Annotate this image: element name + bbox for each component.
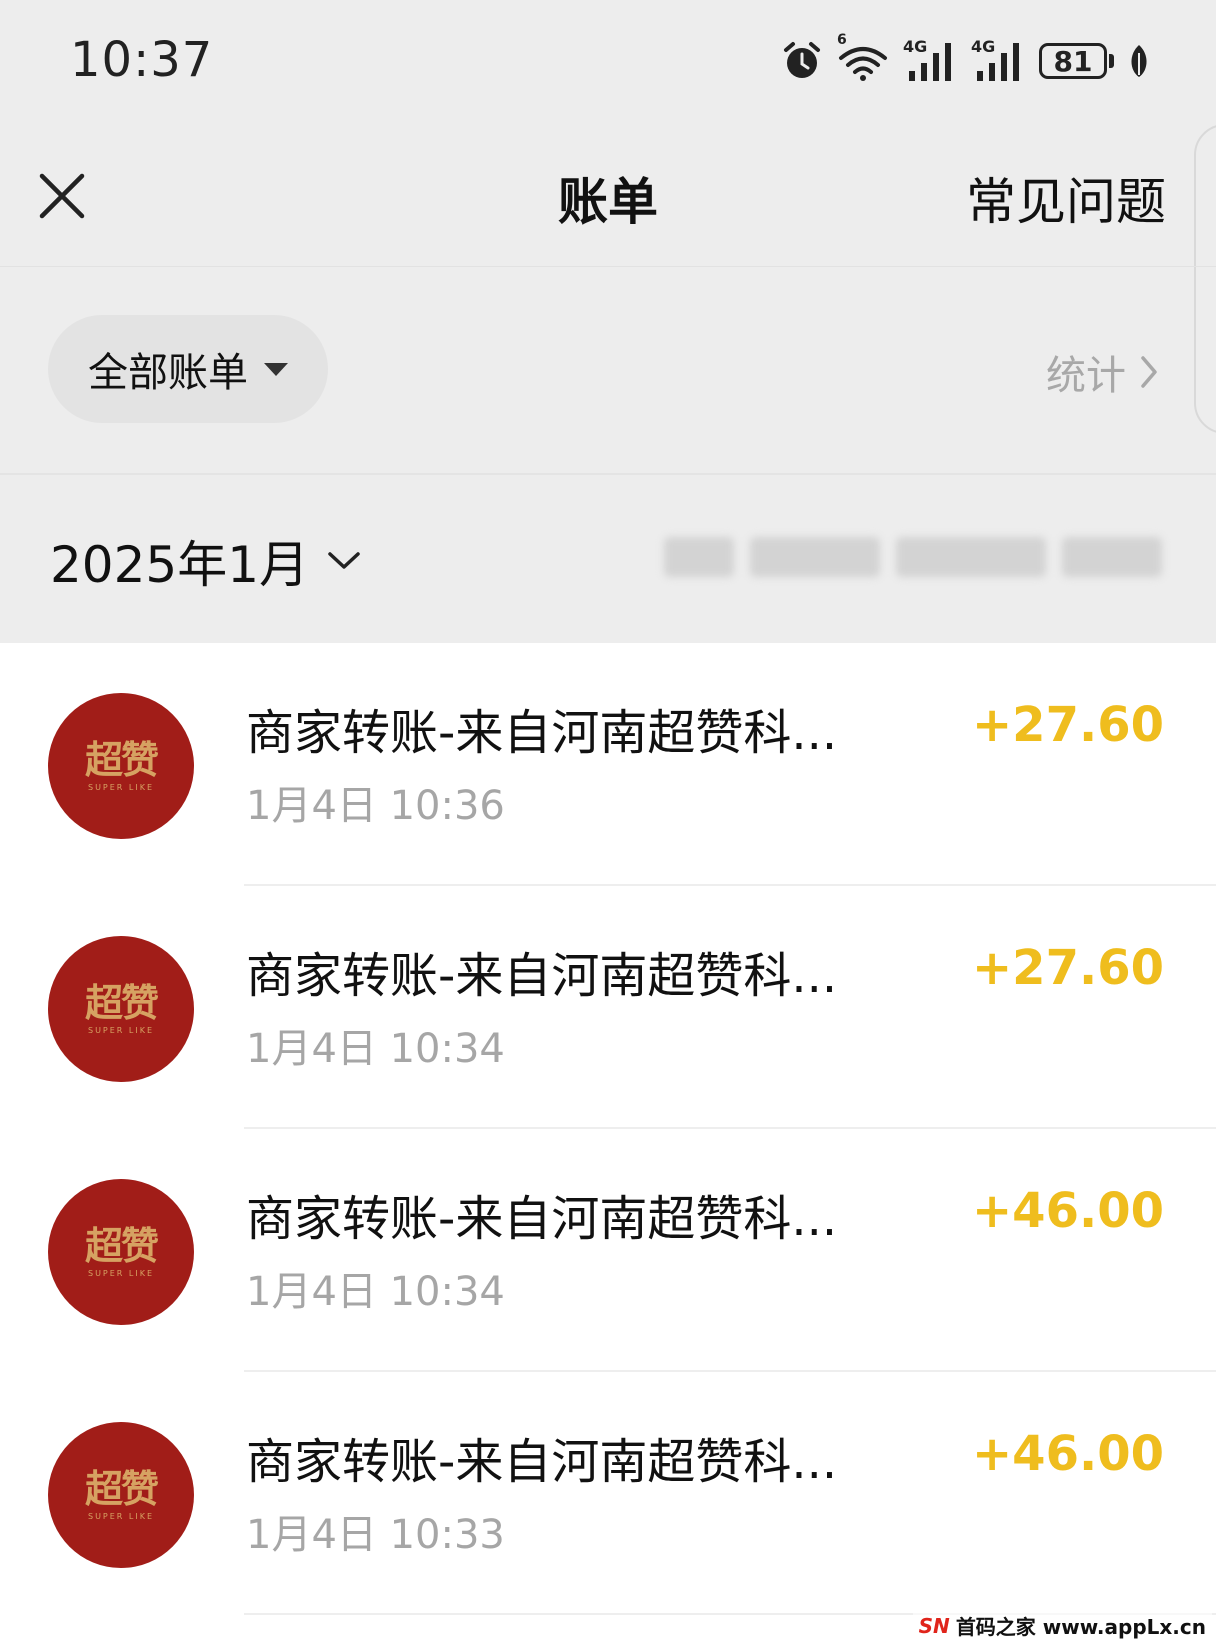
bill-filter-dropdown[interactable]: 全部账单 bbox=[48, 315, 328, 423]
bill-amount: +46.00 bbox=[971, 1426, 1164, 1482]
bill-title: 商家转账-来自河南超赞科... bbox=[246, 705, 838, 761]
bill-amount: +27.60 bbox=[971, 940, 1164, 996]
battery-level: 81 bbox=[1039, 43, 1107, 79]
merchant-avatar: 超赞 SUPER LIKE bbox=[48, 1422, 194, 1568]
month-selector[interactable]: 2025年1月 bbox=[50, 525, 361, 597]
redacted-block bbox=[896, 537, 1046, 577]
bill-filter-label: 全部账单 bbox=[88, 350, 248, 396]
wifi-badge: 6 bbox=[837, 32, 847, 48]
watermark-logo: SN bbox=[918, 1613, 950, 1638]
merchant-avatar: 超赞 SUPER LIKE bbox=[48, 936, 194, 1082]
merchant-logo-sub: SUPER LIKE bbox=[87, 1025, 155, 1035]
filter-row: 全部账单 统计 bbox=[0, 267, 1216, 473]
stats-label: 统计 bbox=[1046, 353, 1126, 399]
merchant-logo-sub: SUPER LIKE bbox=[87, 1268, 155, 1278]
network-type-label: 4G bbox=[971, 37, 996, 56]
merchant-logo-sub: SUPER LIKE bbox=[87, 782, 155, 792]
chevron-right-icon bbox=[1141, 356, 1157, 388]
watermark-text: 首码之家 www.appLx.cn bbox=[955, 1615, 1206, 1639]
bill-list: 超赞 SUPER LIKE 商家转账-来自河南超赞科... 1月4日 10:36… bbox=[0, 643, 1216, 1646]
merchant-avatar: 超赞 SUPER LIKE bbox=[48, 1179, 194, 1325]
signal-icon: 4G bbox=[903, 37, 957, 83]
network-type-label: 4G bbox=[903, 37, 928, 56]
battery-icon: 81 bbox=[1039, 43, 1114, 79]
bill-time: 1月4日 10:34 bbox=[246, 1269, 505, 1315]
caret-down-icon bbox=[264, 362, 288, 376]
leaf-icon bbox=[1128, 43, 1150, 79]
bill-amount: +46.00 bbox=[971, 1183, 1164, 1239]
bill-title: 商家转账-来自河南超赞科... bbox=[246, 1434, 838, 1490]
stats-link[interactable]: 统计 bbox=[1046, 343, 1158, 401]
month-header: 2025年1月 bbox=[0, 475, 1216, 643]
wifi-icon: 6 bbox=[837, 32, 889, 82]
bill-time: 1月4日 10:34 bbox=[246, 1026, 505, 1072]
nav-bar: 账单 常见问题 bbox=[0, 120, 1216, 266]
merchant-logo-sub: SUPER LIKE bbox=[87, 1511, 155, 1521]
merchant-logo-text: 超赞 bbox=[84, 1222, 159, 1268]
redacted-block bbox=[664, 537, 734, 577]
signal-icon: 4G bbox=[971, 37, 1025, 83]
bill-time: 1月4日 10:33 bbox=[246, 1512, 505, 1558]
merchant-logo-text: 超赞 bbox=[84, 736, 159, 782]
battery-tip bbox=[1109, 54, 1114, 68]
redacted-block bbox=[1062, 537, 1162, 577]
alarm-icon bbox=[781, 40, 823, 82]
bill-item[interactable]: 超赞 SUPER LIKE 商家转账-来自河南超赞科... 1月4日 10:33… bbox=[0, 1372, 1216, 1615]
merchant-logo-text: 超赞 bbox=[84, 979, 159, 1025]
month-label: 2025年1月 bbox=[50, 536, 310, 594]
bill-title: 商家转账-来自河南超赞科... bbox=[246, 1191, 838, 1247]
merchant-logo-text: 超赞 bbox=[84, 1465, 159, 1511]
bill-item[interactable]: 超赞 SUPER LIKE 商家转账-来自河南超赞科... 1月4日 10:34… bbox=[0, 886, 1216, 1129]
chevron-down-icon bbox=[328, 552, 360, 569]
status-bar: 10:37 6 4G 4G 81 bbox=[0, 0, 1216, 120]
faq-link[interactable]: 常见问题 bbox=[966, 162, 1166, 234]
status-time: 10:37 bbox=[70, 32, 214, 88]
bill-title: 商家转账-来自河南超赞科... bbox=[246, 948, 838, 1004]
merchant-avatar: 超赞 SUPER LIKE bbox=[48, 693, 194, 839]
bill-item[interactable]: 超赞 SUPER LIKE 商家转账-来自河南超赞科... 1月4日 10:34… bbox=[0, 1129, 1216, 1372]
status-icons: 6 4G 4G 81 bbox=[781, 32, 1150, 86]
site-watermark: SN 首码之家 www.appLx.cn bbox=[912, 1609, 1212, 1642]
bill-item[interactable]: 超赞 SUPER LIKE 商家转账-来自河南超赞科... 1月4日 10:36… bbox=[0, 643, 1216, 886]
bill-time: 1月4日 10:36 bbox=[246, 783, 505, 829]
redacted-block bbox=[750, 537, 880, 577]
month-summary-redacted bbox=[664, 533, 1170, 581]
bill-amount: +27.60 bbox=[971, 697, 1164, 753]
